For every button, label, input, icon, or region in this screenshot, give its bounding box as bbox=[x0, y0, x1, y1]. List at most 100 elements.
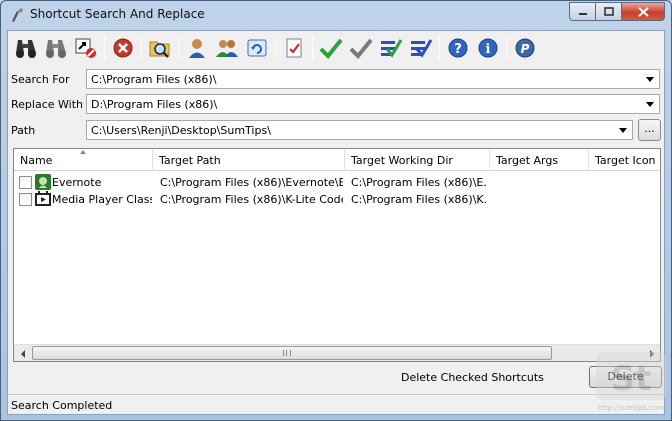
shortcut-list[interactable]: Name Target Path Target Working Dir Targ… bbox=[13, 148, 661, 362]
donate-button[interactable]: P bbox=[510, 33, 540, 63]
status-text: Search Completed bbox=[11, 399, 113, 412]
path-row: Path C:\Users\Renji\Desktop\SumTips\ ... bbox=[8, 119, 664, 141]
replace-with-label: Replace With bbox=[11, 98, 83, 111]
paypal-icon: P bbox=[515, 38, 535, 58]
client-area: ? i P Search For C:\Program Files (x86)\… bbox=[7, 30, 665, 415]
check-gray-icon bbox=[349, 38, 373, 59]
search-for-combobox[interactable]: C:\Program Files (x86)\ bbox=[86, 69, 660, 89]
toolbar-separator bbox=[506, 36, 507, 60]
grip-icon bbox=[283, 350, 291, 356]
close-icon bbox=[637, 6, 649, 17]
toolbar: ? i P bbox=[8, 31, 664, 65]
toolbar-separator bbox=[312, 36, 313, 60]
dropdown-arrow-icon[interactable] bbox=[619, 128, 627, 133]
stop-icon bbox=[113, 38, 133, 58]
watermark-text: St bbox=[611, 359, 652, 399]
checklist-icon bbox=[286, 38, 302, 58]
uncheck-all-button[interactable] bbox=[406, 33, 436, 63]
minimize-icon bbox=[578, 12, 587, 15]
help-button[interactable]: ? bbox=[443, 33, 473, 63]
uncheck-all-icon bbox=[411, 39, 433, 58]
path-combobox[interactable]: C:\Users\Renji\Desktop\SumTips\ bbox=[86, 120, 633, 140]
check-green-icon bbox=[319, 38, 343, 59]
search-selected-button[interactable] bbox=[41, 33, 71, 63]
close-button[interactable] bbox=[622, 2, 665, 21]
column-header-target-path[interactable]: Target Path bbox=[153, 149, 345, 171]
table-row[interactable]: Media Player Classic C:\Program Files (x… bbox=[14, 191, 660, 208]
dropdown-arrow-icon[interactable] bbox=[646, 102, 654, 107]
evernote-icon bbox=[35, 174, 51, 190]
binoculars-icon bbox=[16, 40, 36, 58]
horizontal-scrollbar[interactable] bbox=[14, 344, 660, 361]
replace-with-combobox[interactable]: D:\Program Files (x86)\ bbox=[86, 94, 660, 114]
column-header-label: Target Args bbox=[496, 154, 559, 167]
column-header-target-icon[interactable]: Target Icon bbox=[589, 149, 660, 171]
row-checkbox[interactable] bbox=[19, 176, 32, 189]
status-bar: Search Completed bbox=[8, 394, 664, 414]
checklist-button[interactable] bbox=[279, 33, 309, 63]
column-header-name[interactable]: Name bbox=[14, 149, 153, 171]
table-row[interactable]: Evernote C:\Program Files (x86)\Evernote… bbox=[14, 174, 660, 191]
cell-name: Evernote bbox=[52, 176, 102, 189]
svg-text:i: i bbox=[486, 42, 491, 57]
broken-shortcut-icon bbox=[75, 38, 96, 58]
replace-with-row: Replace With D:\Program Files (x86)\ bbox=[8, 93, 664, 115]
title-bar[interactable]: Shortcut Search And Replace bbox=[1, 1, 671, 29]
users-icon bbox=[216, 40, 238, 57]
cell-working-dir: C:\Program Files (x86)\K... bbox=[351, 193, 487, 206]
chevron-left-icon bbox=[20, 349, 25, 358]
current-user-button[interactable] bbox=[182, 33, 212, 63]
check-all-button[interactable] bbox=[376, 33, 406, 63]
watermark-logo: St http://sumtips.com bbox=[596, 352, 666, 412]
cell-target-path: C:\Program Files (x86)\K-Lite Code... bbox=[160, 193, 343, 206]
toolbar-separator bbox=[439, 36, 440, 60]
check-selected-button[interactable] bbox=[316, 33, 346, 63]
app-icon bbox=[12, 8, 23, 22]
column-header-target-args[interactable]: Target Args bbox=[490, 149, 589, 171]
list-header: Name Target Path Target Working Dir Targ… bbox=[14, 149, 660, 171]
uncheck-selected-button[interactable] bbox=[346, 33, 376, 63]
search-button[interactable] bbox=[11, 33, 41, 63]
stop-button[interactable] bbox=[108, 33, 138, 63]
path-value: C:\Users\Renji\Desktop\SumTips\ bbox=[91, 124, 271, 137]
toolbar-separator bbox=[275, 36, 276, 60]
replace-with-value: D:\Program Files (x86)\ bbox=[91, 98, 218, 111]
column-header-label: Target Icon bbox=[595, 154, 656, 167]
binoculars-gray-icon bbox=[46, 40, 66, 58]
svg-text:P: P bbox=[521, 42, 530, 56]
row-checkbox[interactable] bbox=[19, 193, 32, 206]
search-for-value: C:\Program Files (x86)\ bbox=[91, 73, 217, 86]
column-header-working-dir[interactable]: Target Working Dir bbox=[345, 149, 490, 171]
check-all-icon bbox=[381, 39, 403, 58]
refresh-button[interactable] bbox=[242, 33, 272, 63]
dropdown-arrow-icon[interactable] bbox=[646, 77, 654, 82]
find-broken-button[interactable] bbox=[71, 33, 101, 63]
media-player-icon bbox=[35, 191, 51, 206]
cell-working-dir: C:\Program Files (x86)\E... bbox=[351, 176, 487, 189]
scroll-left-button[interactable] bbox=[14, 345, 31, 362]
toolbar-separator bbox=[141, 36, 142, 60]
maximize-button[interactable] bbox=[596, 2, 622, 21]
app-window: Shortcut Search And Replace ? i P Search… bbox=[0, 0, 672, 421]
folder-search-icon bbox=[149, 41, 170, 58]
search-for-label: Search For bbox=[11, 73, 70, 86]
user-icon bbox=[189, 39, 205, 58]
caption-buttons bbox=[569, 2, 665, 21]
column-header-label: Target Working Dir bbox=[351, 154, 453, 167]
svg-text:?: ? bbox=[454, 42, 462, 57]
toolbar-separator bbox=[104, 36, 105, 60]
scrollbar-thumb[interactable] bbox=[32, 346, 552, 360]
window-title: Shortcut Search And Replace bbox=[30, 7, 205, 21]
minimize-button[interactable] bbox=[569, 2, 596, 21]
info-icon: i bbox=[478, 38, 498, 58]
search-for-row: Search For C:\Program Files (x86)\ bbox=[8, 68, 664, 90]
delete-checked-label: Delete Checked Shortcuts bbox=[401, 371, 544, 384]
about-button[interactable]: i bbox=[473, 33, 503, 63]
column-header-label: Target Path bbox=[159, 154, 221, 167]
browse-folder-button[interactable] bbox=[145, 33, 175, 63]
path-label: Path bbox=[11, 124, 36, 137]
refresh-icon bbox=[247, 39, 267, 57]
browse-button[interactable]: ... bbox=[638, 119, 661, 141]
all-users-button[interactable] bbox=[212, 33, 242, 63]
help-icon: ? bbox=[448, 38, 468, 58]
